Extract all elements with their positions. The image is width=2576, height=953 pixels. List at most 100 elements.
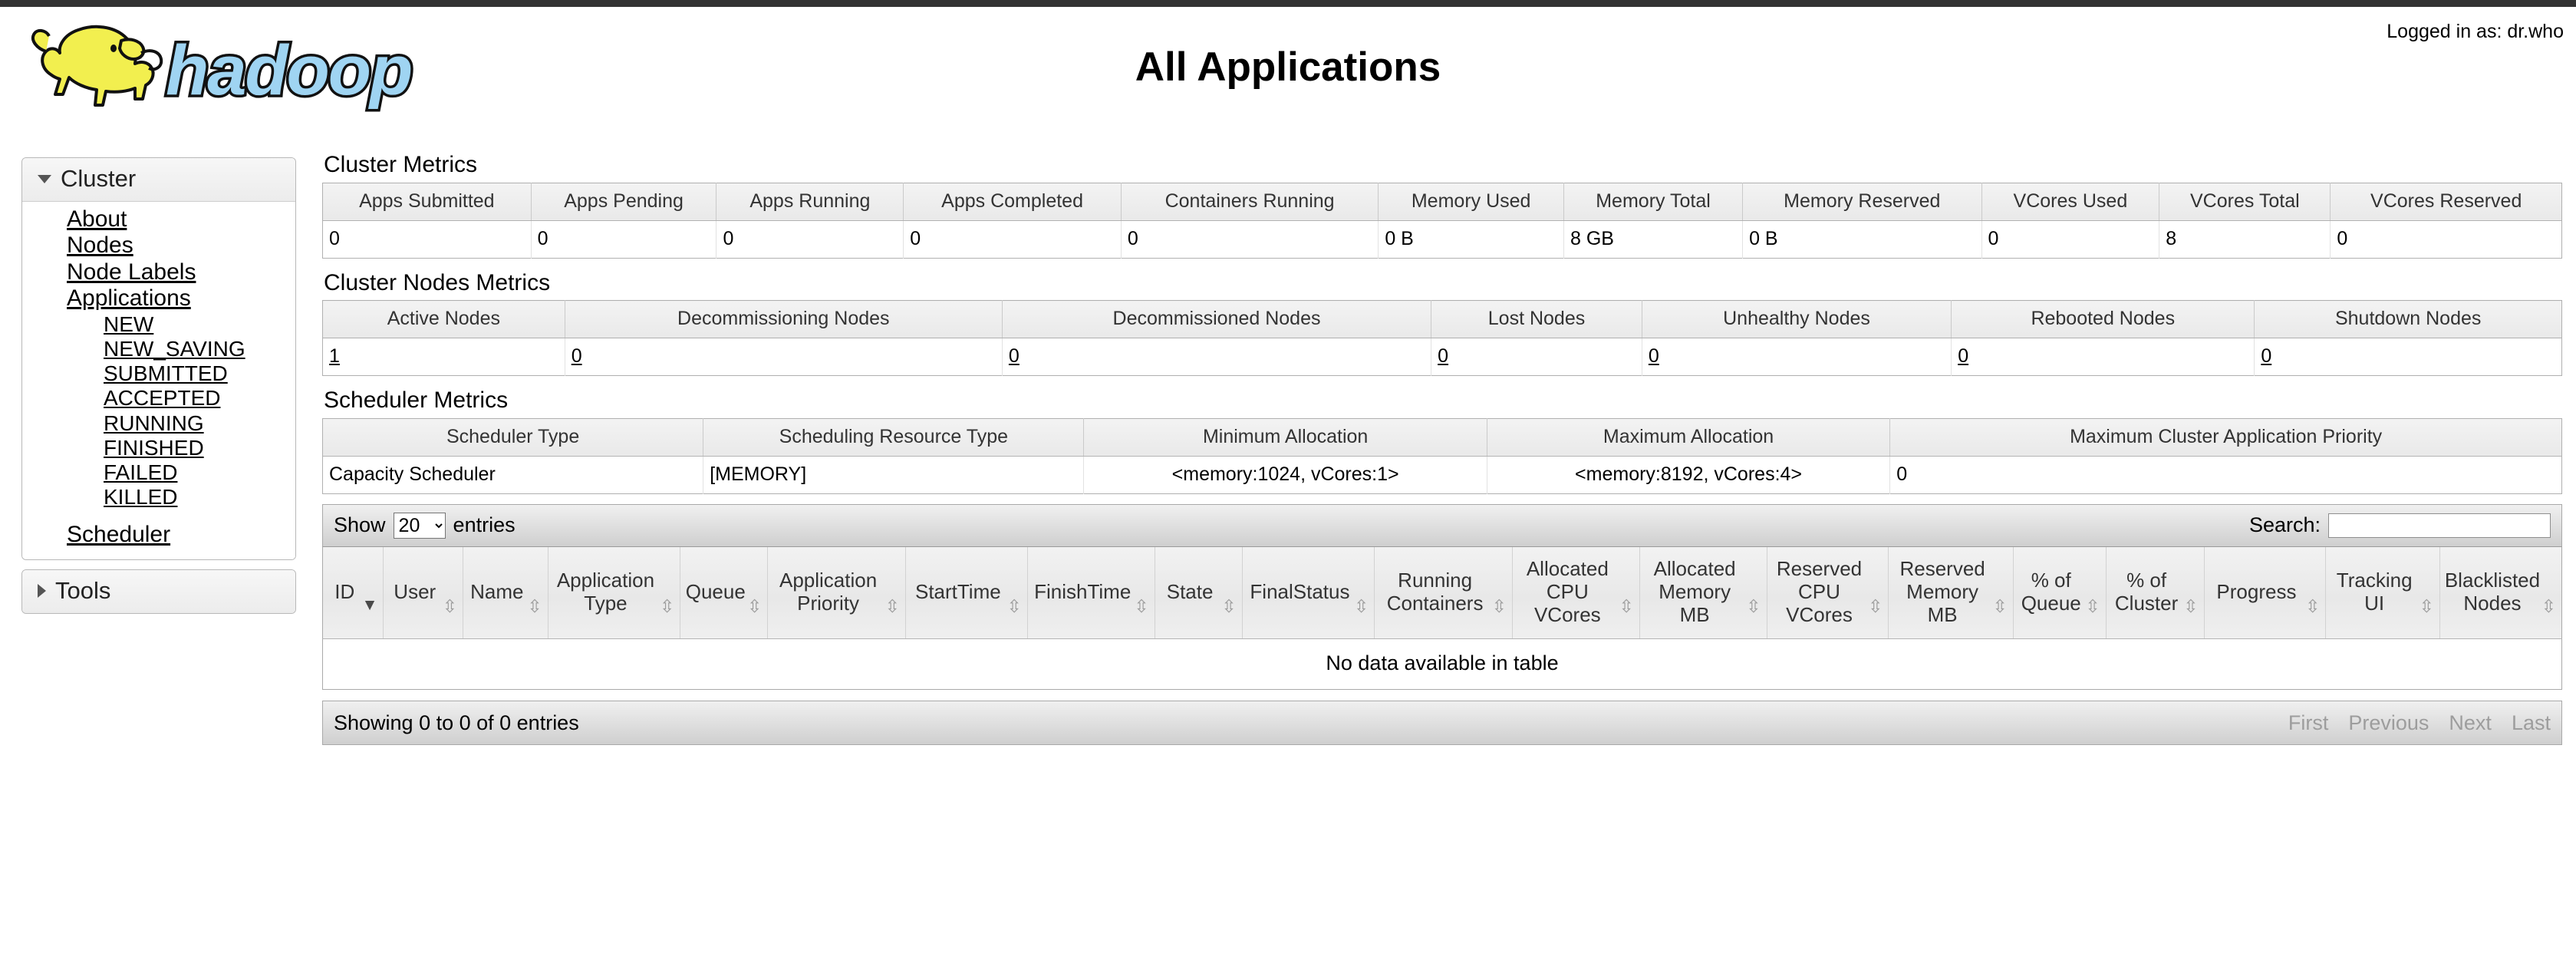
sidebar-item-app-state-running[interactable]: RUNNING (22, 411, 295, 436)
col-blacklisted-nodes[interactable]: Blacklisted Nodes ⇳ (2439, 546, 2562, 639)
val-lost-nodes: 0 (1431, 338, 1642, 376)
pagination-last[interactable]: Last (2512, 711, 2551, 735)
scheduler-metrics-table: Scheduler Type Scheduling Resource Type … (322, 417, 2562, 494)
val-vcores-used: 0 (1981, 220, 2160, 258)
show-label: Show (334, 513, 386, 536)
col-shutdown-nodes: Shutdown Nodes (2254, 300, 2562, 338)
lost-nodes-link[interactable]: 0 (1438, 345, 1448, 367)
col-rebooted-nodes: Rebooted Nodes (1951, 300, 2255, 338)
sort-icon: ⇳ (660, 596, 675, 616)
col-application-type[interactable]: Application Type ⇳ (548, 546, 681, 639)
sort-icon: ⇳ (747, 596, 763, 616)
col-max-cluster-app-priority: Maximum Cluster Application Priority (1889, 418, 2562, 457)
datatable-toolbar: Show 20 40 60 80 100 entries Search: (322, 503, 2562, 547)
datatable-footer: Showing 0 to 0 of 0 entries First Previo… (322, 701, 2562, 745)
sidebar-item-applications[interactable]: Applications (22, 285, 295, 312)
unhealthy-nodes-link[interactable]: 0 (1649, 345, 1659, 367)
shutdown-nodes-link[interactable]: 0 (2261, 345, 2271, 367)
col-name[interactable]: Name ⇳ (463, 546, 548, 639)
table-header-row: Apps Submitted Apps Pending Apps Running… (322, 183, 2562, 221)
pagination-first[interactable]: First (2288, 711, 2328, 735)
decommissioning-nodes-link[interactable]: 0 (572, 345, 582, 367)
sidebar: Cluster About Nodes Node Labels Applicat… (21, 157, 296, 623)
page-length-select[interactable]: 20 40 60 80 100 (393, 512, 446, 539)
sort-icon: ⇳ (442, 596, 458, 616)
col-unhealthy-nodes: Unhealthy Nodes (1642, 300, 1952, 338)
sort-icon: ⇳ (2085, 596, 2100, 616)
sidebar-item-app-state-submitted[interactable]: SUBMITTED (22, 361, 295, 386)
sidebar-item-app-state-new[interactable]: NEW (22, 312, 295, 337)
table-header-row: Active Nodes Decommissioning Nodes Decom… (322, 300, 2562, 338)
col-scheduling-resource-type: Scheduling Resource Type (703, 418, 1085, 457)
sidebar-item-node-labels[interactable]: Node Labels (22, 259, 295, 285)
col-vcores-used: VCores Used (1981, 183, 2160, 221)
table-row: Capacity Scheduler [MEMORY] <memory:1024… (322, 456, 2562, 493)
col-finalstatus[interactable]: FinalStatus ⇳ (1242, 546, 1375, 639)
sidebar-item-app-state-new-saving[interactable]: NEW_SAVING (22, 337, 295, 361)
tools-panel: Tools (21, 569, 296, 614)
sidebar-item-about[interactable]: About (22, 206, 295, 232)
sort-icon: ⇳ (1006, 596, 1022, 616)
pagination: First Previous Next Last (2288, 711, 2551, 735)
pagination-next[interactable]: Next (2449, 711, 2492, 735)
sidebar-item-app-state-failed[interactable]: FAILED (22, 460, 295, 485)
sidebar-item-scheduler[interactable]: Scheduler (22, 522, 295, 548)
cluster-panel-header[interactable]: Cluster (22, 158, 295, 202)
sidebar-item-nodes[interactable]: Nodes (22, 232, 295, 259)
col-state[interactable]: State ⇳ (1155, 546, 1243, 639)
logged-in-label: Logged in as: dr.who (2387, 21, 2564, 42)
sort-desc-icon: ▼ (361, 596, 378, 614)
sort-icon: ⇳ (1992, 596, 2008, 616)
col-reserved-memory-mb[interactable]: Reserved Memory MB ⇳ (1888, 546, 2014, 639)
col-id[interactable]: ID ▼ (322, 546, 384, 639)
val-maximum-allocation: <memory:8192, vCores:4> (1487, 456, 1891, 493)
col-apps-running: Apps Running (716, 183, 904, 221)
search-input[interactable] (2328, 513, 2551, 538)
sidebar-item-app-state-killed[interactable]: KILLED (22, 485, 295, 509)
col-maximum-allocation: Maximum Allocation (1487, 418, 1891, 457)
val-active-nodes: 1 (322, 338, 565, 376)
rebooted-nodes-link[interactable]: 0 (1958, 345, 1968, 367)
col-active-nodes: Active Nodes (322, 300, 565, 338)
sidebar-item-app-state-finished[interactable]: FINISHED (22, 436, 295, 460)
cluster-panel: Cluster About Nodes Node Labels Applicat… (21, 157, 296, 560)
decommissioned-nodes-link[interactable]: 0 (1009, 345, 1020, 367)
val-memory-used: 0 B (1378, 220, 1564, 258)
col-percent-of-cluster[interactable]: % of Cluster ⇳ (2106, 546, 2205, 639)
val-rebooted-nodes: 0 (1951, 338, 2255, 376)
col-vcores-total: VCores Total (2159, 183, 2331, 221)
applications-datatable: Show 20 40 60 80 100 entries Search: ID▼ (322, 503, 2562, 745)
col-user[interactable]: User ⇳ (383, 546, 464, 639)
cluster-panel-label: Cluster (61, 165, 137, 192)
cluster-metrics-table: Apps Submitted Apps Pending Apps Running… (322, 182, 2562, 259)
col-progress[interactable]: Progress ⇳ (2204, 546, 2327, 639)
val-decommissioned-nodes: 0 (1002, 338, 1432, 376)
col-reserved-cpu-vcores[interactable]: Reserved CPU VCores ⇳ (1767, 546, 1889, 639)
pagination-previous[interactable]: Previous (2348, 711, 2429, 735)
table-header-row: ID ▼ User ⇳ Name ⇳ Application Type ⇳ Queue ⇳… (322, 546, 2562, 639)
val-apps-running: 0 (716, 220, 904, 258)
col-tracking-ui[interactable]: Tracking UI ⇳ (2325, 546, 2440, 639)
col-percent-of-queue[interactable]: % of Queue ⇳ (2013, 546, 2107, 639)
col-application-priority[interactable]: Application Priority ⇳ (767, 546, 906, 639)
col-allocated-memory-mb[interactable]: Allocated Memory MB ⇳ (1639, 546, 1767, 639)
sidebar-item-app-state-accepted[interactable]: ACCEPTED (22, 386, 295, 411)
col-running-containers[interactable]: Running Containers ⇳ (1374, 546, 1513, 639)
active-nodes-link[interactable]: 1 (329, 345, 340, 367)
sort-icon: ⇳ (1134, 596, 1149, 616)
sort-icon: ⇳ (2541, 596, 2556, 616)
col-containers-running: Containers Running (1121, 183, 1379, 221)
val-vcores-reserved: 0 (2330, 220, 2562, 258)
cluster-nodes-metrics-title: Cluster Nodes Metrics (324, 269, 551, 295)
val-memory-total: 8 GB (1563, 220, 1744, 258)
col-allocated-cpu-vcores[interactable]: Allocated CPU VCores ⇳ (1512, 546, 1640, 639)
col-starttime[interactable]: StartTime ⇳ (905, 546, 1028, 639)
val-max-cluster-app-priority: 0 (1889, 456, 2562, 493)
table-header-row: Scheduler Type Scheduling Resource Type … (322, 418, 2562, 457)
tools-panel-header[interactable]: Tools (22, 569, 295, 613)
col-queue[interactable]: Queue ⇳ (680, 546, 769, 639)
table-row: 1 0 0 0 0 0 0 (322, 338, 2562, 376)
top-strip (0, 0, 2576, 7)
col-finishtime[interactable]: FinishTime ⇳ (1027, 546, 1155, 639)
